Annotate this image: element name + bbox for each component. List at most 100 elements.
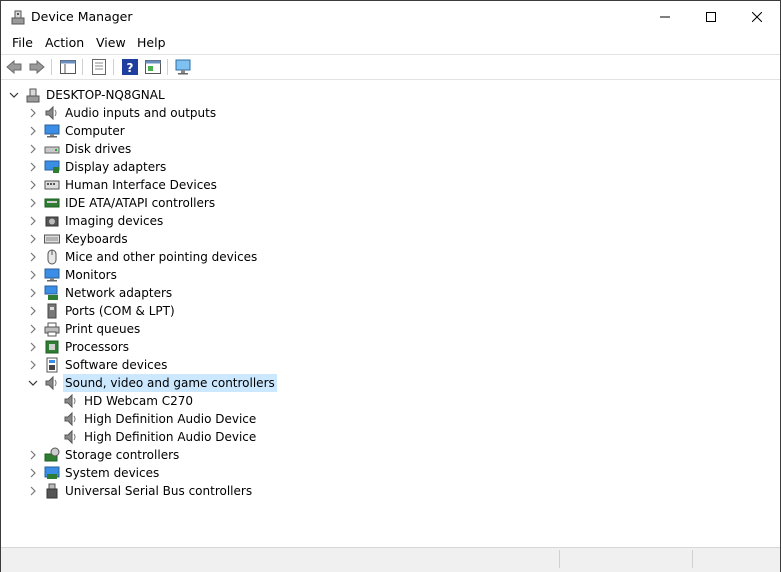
tree-root[interactable]: DESKTOP-NQ8GNAL — [1, 86, 780, 104]
scan-hardware-icon — [175, 59, 191, 75]
tree-item-label: Software devices — [65, 358, 168, 372]
expand-chevron-icon[interactable] — [27, 338, 39, 356]
expand-chevron-icon[interactable] — [27, 482, 39, 500]
tree-category[interactable]: IDE ATA/ATAPI controllers — [1, 194, 780, 212]
console-tree-icon — [60, 60, 76, 74]
expand-chevron-icon[interactable] — [27, 158, 39, 176]
tree-item-label: Processors — [65, 340, 130, 354]
back-button[interactable] — [5, 58, 23, 76]
menu-help[interactable]: Help — [137, 35, 166, 50]
properties-icon — [92, 59, 106, 75]
close-button[interactable] — [734, 1, 780, 32]
expand-chevron-icon[interactable] — [27, 230, 39, 248]
minimize-icon — [660, 16, 670, 17]
tree-item-label: Display adapters — [65, 160, 167, 174]
tree-item-label: Monitors — [65, 268, 117, 282]
tree-category[interactable]: Print queues — [1, 320, 780, 338]
update-driver-button[interactable] — [144, 58, 162, 76]
tree-category[interactable]: Storage controllers — [1, 446, 780, 464]
menu-view[interactable]: View — [96, 35, 126, 50]
tree-item-label: Disk drives — [65, 142, 132, 156]
forward-icon — [29, 60, 45, 74]
expand-chevron-icon[interactable] — [27, 464, 39, 482]
expand-chevron-icon[interactable] — [27, 212, 39, 230]
expand-chevron-icon[interactable] — [27, 446, 39, 464]
help-button[interactable]: ? — [121, 58, 139, 76]
toolbar: ? — [1, 55, 780, 80]
tree-item-label: DESKTOP-NQ8GNAL — [46, 88, 165, 102]
expand-chevron-icon[interactable] — [27, 122, 39, 140]
expand-chevron-icon[interactable] — [27, 266, 39, 284]
tree-category[interactable]: Monitors — [1, 266, 780, 284]
tree-device[interactable]: HD Webcam C270 — [1, 392, 780, 410]
tree-category[interactable]: Sound, video and game controllers — [1, 374, 780, 392]
tree-category[interactable]: Audio inputs and outputs — [1, 104, 780, 122]
hid-icon — [44, 177, 60, 193]
tree-category[interactable]: Disk drives — [1, 140, 780, 158]
menu-file[interactable]: File — [12, 35, 33, 50]
forward-button[interactable] — [28, 58, 46, 76]
device-tree[interactable]: DESKTOP-NQ8GNAL Audio inputs and outputs C… — [1, 80, 780, 546]
expand-chevron-icon[interactable] — [27, 104, 39, 122]
tree-category[interactable]: Universal Serial Bus controllers — [1, 482, 780, 500]
speaker-icon — [63, 429, 79, 445]
device-manager-app-icon — [11, 10, 25, 25]
tree-item-label: Imaging devices — [65, 214, 164, 228]
back-icon — [6, 60, 22, 74]
collapse-chevron-icon[interactable] — [8, 86, 20, 104]
toolbar-separator — [113, 59, 114, 75]
root-computer-icon — [25, 87, 41, 103]
expand-chevron-icon[interactable] — [27, 176, 39, 194]
expand-chevron-icon[interactable] — [27, 284, 39, 302]
expand-chevron-icon[interactable] — [27, 248, 39, 266]
tree-category[interactable]: Software devices — [1, 356, 780, 374]
tree-item-label: Storage controllers — [65, 448, 180, 462]
status-pane — [692, 550, 779, 568]
tree-item-label: Audio inputs and outputs — [65, 106, 217, 120]
properties-button[interactable] — [90, 58, 108, 76]
maximize-icon — [706, 11, 716, 22]
tree-category[interactable]: Network adapters — [1, 284, 780, 302]
expand-chevron-icon[interactable] — [27, 140, 39, 158]
tree-category[interactable]: Processors — [1, 338, 780, 356]
expand-chevron-icon[interactable] — [27, 320, 39, 338]
tree-category[interactable]: Display adapters — [1, 158, 780, 176]
tree-item-label: Keyboards — [65, 232, 128, 246]
menu-action[interactable]: Action — [45, 35, 84, 50]
close-icon — [752, 11, 762, 22]
tree-item-label: Computer — [65, 124, 125, 138]
tree-item-label: Ports (COM & LPT) — [65, 304, 175, 318]
tree-category[interactable]: System devices — [1, 464, 780, 482]
tree-category[interactable]: Computer — [1, 122, 780, 140]
title-bar[interactable]: Device Manager — [1, 1, 780, 32]
processor-icon — [44, 339, 60, 355]
expand-chevron-icon[interactable] — [27, 302, 39, 320]
expand-chevron-icon[interactable] — [27, 356, 39, 374]
tree-item-label: Print queues — [65, 322, 141, 336]
system-device-icon — [44, 465, 60, 481]
show-hide-console-tree-button[interactable] — [59, 58, 77, 76]
svg-text:?: ? — [127, 61, 134, 75]
collapse-chevron-icon[interactable] — [27, 374, 39, 392]
speaker-icon — [63, 393, 79, 409]
tree-category[interactable]: Keyboards — [1, 230, 780, 248]
tree-device[interactable]: High Definition Audio Device — [1, 410, 780, 428]
tree-category[interactable]: Imaging devices — [1, 212, 780, 230]
network-adapter-icon — [44, 285, 60, 301]
usb-icon — [44, 483, 60, 499]
printer-icon — [44, 321, 60, 337]
monitor-icon — [44, 267, 60, 283]
tree-category[interactable]: Ports (COM & LPT) — [1, 302, 780, 320]
scan-hardware-button[interactable] — [175, 58, 193, 76]
tree-item-label: System devices — [65, 466, 160, 480]
status-bar — [1, 547, 780, 572]
tree-item-label: Sound, video and game controllers — [63, 374, 277, 392]
tree-category[interactable]: Human Interface Devices — [1, 176, 780, 194]
window-title: Device Manager — [31, 9, 133, 24]
tree-category[interactable]: Mice and other pointing devices — [1, 248, 780, 266]
maximize-button[interactable] — [688, 1, 734, 32]
minimize-button[interactable] — [642, 1, 688, 32]
storage-controller-icon — [44, 447, 60, 463]
expand-chevron-icon[interactable] — [27, 194, 39, 212]
tree-device[interactable]: High Definition Audio Device — [1, 428, 780, 446]
